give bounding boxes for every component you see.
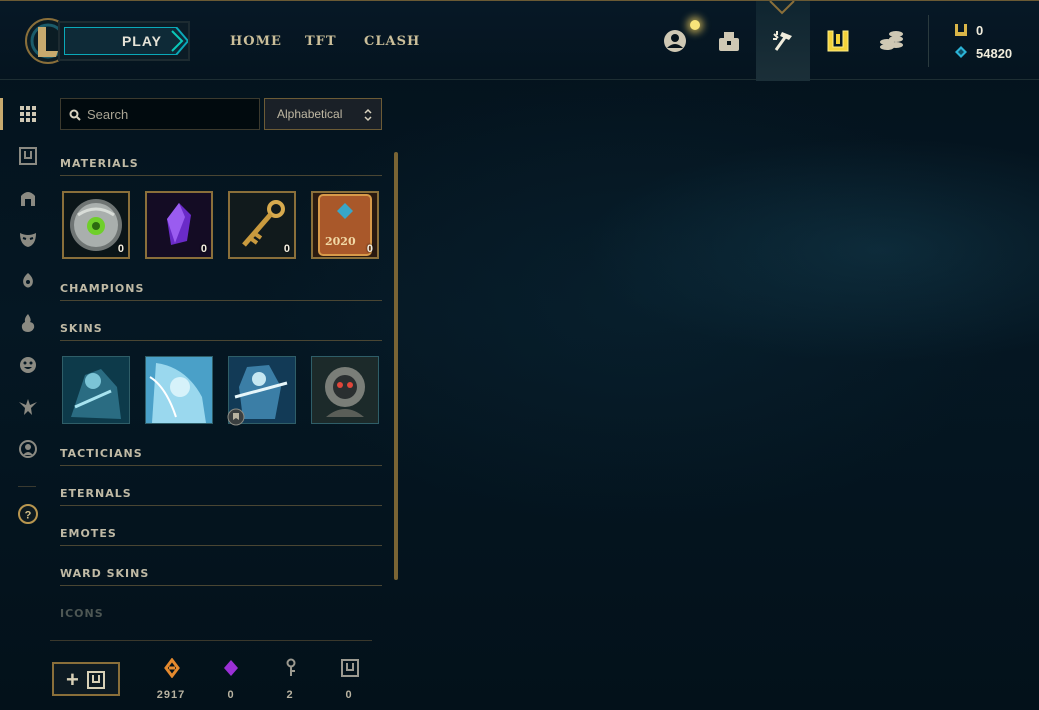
- emote-icon[interactable]: [18, 355, 38, 375]
- help-icon[interactable]: ?: [18, 504, 38, 524]
- eternals-icon[interactable]: [18, 313, 38, 333]
- grid-icon[interactable]: [18, 104, 38, 124]
- riot-points-icon[interactable]: [825, 29, 851, 55]
- section-divider: [60, 545, 382, 546]
- ward-icon[interactable]: [18, 271, 38, 291]
- riot-points-value: 0: [976, 23, 984, 38]
- top-bar: PLAY HOME TFT CLASH 0 54820: [0, 0, 1039, 81]
- section-emotes[interactable]: EMOTES: [60, 527, 117, 540]
- material-capsule-tile[interactable]: 2020 0: [311, 191, 379, 259]
- chest-icon: [87, 671, 105, 689]
- capsule-year-label: 2020: [325, 235, 356, 248]
- section-divider: [60, 300, 382, 301]
- skin-1-art: [63, 357, 129, 423]
- loot-category-rail: ?: [0, 81, 50, 710]
- section-divider: [60, 340, 382, 341]
- skin-2-art: [146, 357, 212, 423]
- section-ward-skins[interactable]: WARD SKINS: [60, 567, 149, 580]
- nav-tft[interactable]: TFT: [305, 34, 337, 49]
- tactician-icon[interactable]: [18, 397, 38, 417]
- section-tacticians[interactable]: TACTICIANS: [60, 447, 143, 460]
- nav-clash[interactable]: CLASH: [364, 34, 420, 49]
- search-input[interactable]: [87, 105, 255, 123]
- notification-dot: [690, 20, 700, 30]
- keys-value: 2: [286, 689, 294, 701]
- skin-mask-icon[interactable]: [18, 229, 38, 249]
- chests-value: 0: [345, 689, 353, 701]
- topbar-divider: [928, 15, 929, 67]
- mythic-essence-icon: [224, 660, 238, 676]
- store-icon[interactable]: [878, 28, 904, 54]
- orange-essence-value: 2917: [156, 689, 186, 701]
- skin-4-art: [312, 357, 378, 423]
- orange-essence-icon: [164, 658, 180, 678]
- collection-icon[interactable]: [716, 28, 742, 54]
- section-divider: [60, 465, 382, 466]
- item-count: 0: [366, 243, 373, 255]
- mythic-essence-value: 0: [227, 689, 235, 701]
- section-divider: [60, 585, 382, 586]
- skin-tile[interactable]: [311, 356, 379, 424]
- profile-icon[interactable]: [662, 28, 688, 54]
- sort-selected-value: Alphabetical: [277, 107, 343, 121]
- material-gemstone-tile[interactable]: 0: [145, 191, 213, 259]
- add-chest-button[interactable]: +: [52, 662, 120, 696]
- active-tab-chevron-icon: [769, 1, 795, 15]
- section-divider: [60, 505, 382, 506]
- material-chest-tile[interactable]: 0: [62, 191, 130, 259]
- crafting-icon[interactable]: [770, 28, 796, 54]
- sort-arrows-icon: [364, 108, 372, 122]
- rail-divider: [18, 486, 36, 487]
- search-icon: [69, 109, 81, 121]
- play-label: PLAY: [121, 33, 163, 49]
- section-icons[interactable]: ICONS: [60, 607, 104, 620]
- item-count: 0: [200, 243, 207, 255]
- section-divider: [60, 175, 382, 176]
- plus-icon: +: [66, 667, 79, 692]
- search-box[interactable]: [60, 98, 260, 130]
- sort-dropdown[interactable]: Alphabetical: [264, 98, 382, 130]
- skin-badge-icon: [227, 408, 245, 426]
- skin-tile[interactable]: [62, 356, 130, 424]
- play-button[interactable]: PLAY: [58, 21, 190, 61]
- champion-icon[interactable]: [18, 188, 38, 208]
- svg-text:?: ?: [25, 510, 32, 522]
- blue-essence-icon: [955, 46, 967, 58]
- item-count: 0: [283, 243, 290, 255]
- section-materials[interactable]: MATERIALS: [60, 157, 139, 170]
- riot-points-small-icon: [955, 24, 967, 36]
- profile-icon[interactable]: [18, 439, 38, 459]
- skin-tile[interactable]: [145, 356, 213, 424]
- section-champions[interactable]: CHAMPIONS: [60, 282, 144, 295]
- key-fragment-icon: [286, 658, 296, 676]
- section-skins[interactable]: SKINS: [60, 322, 103, 335]
- chest-icon[interactable]: [18, 146, 38, 166]
- rail-active-indicator: [0, 98, 3, 130]
- footer-divider: [50, 640, 372, 641]
- chest-icon: [341, 659, 359, 677]
- section-eternals[interactable]: ETERNALS: [60, 487, 132, 500]
- item-count: 0: [117, 243, 124, 255]
- blue-essence-value: 54820: [976, 46, 1013, 61]
- material-key-tile[interactable]: 0: [228, 191, 296, 259]
- nav-home[interactable]: HOME: [230, 34, 282, 49]
- loot-scrollbar[interactable]: [394, 152, 398, 580]
